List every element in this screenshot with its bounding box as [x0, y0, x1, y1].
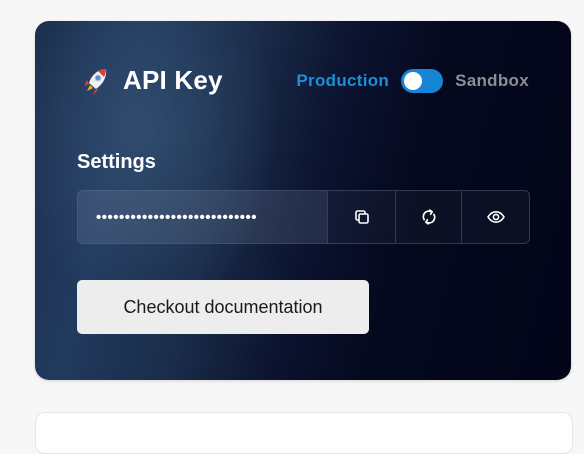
toggle-knob [404, 72, 423, 90]
api-key-card: API Key Production Sandbox Settings ••••… [35, 21, 571, 380]
api-key-value[interactable]: •••••••••••••••••••••••••••• [78, 191, 327, 243]
environment-toggle[interactable] [401, 69, 444, 93]
production-label[interactable]: Production [296, 71, 389, 91]
copy-icon [354, 210, 369, 224]
sandbox-label[interactable]: Sandbox [455, 71, 529, 91]
card-header: API Key [79, 61, 223, 99]
environment-switch: Production Sandbox [296, 67, 529, 95]
eye-icon [486, 210, 505, 224]
rocket-icon [84, 69, 107, 95]
card-title: API Key [123, 64, 223, 95]
api-key-field: •••••••••••••••••••••••••••• [77, 190, 530, 244]
next-card-edge [35, 412, 573, 454]
copy-button[interactable] [327, 191, 395, 243]
refresh-icon [421, 209, 436, 225]
reveal-key-button[interactable] [461, 191, 529, 243]
checkout-documentation-button[interactable]: Checkout documentation [77, 280, 369, 334]
settings-heading: Settings [77, 151, 156, 173]
regenerate-button[interactable] [395, 191, 461, 243]
